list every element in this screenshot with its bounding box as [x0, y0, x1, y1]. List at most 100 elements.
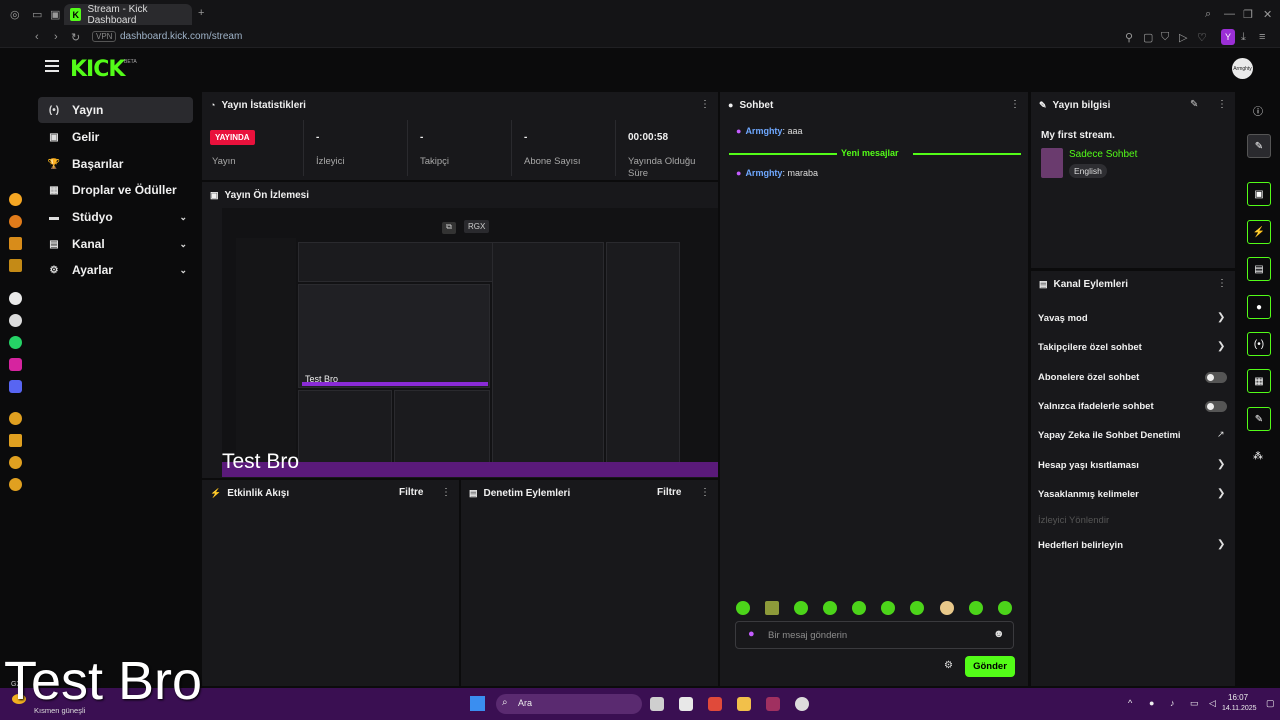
info-icon[interactable]: ⓘ	[1253, 103, 1263, 118]
extensions-icon[interactable]	[9, 456, 22, 469]
app-icon-2[interactable]	[9, 215, 22, 228]
edit-mode-button[interactable]: ✎	[1247, 134, 1271, 158]
nav-item-ayarlar[interactable]: ⚙ Ayarlar ⌄	[38, 257, 193, 283]
clock-date[interactable]: 14.11.2025	[1222, 705, 1257, 712]
chatgpt-icon[interactable]	[9, 314, 22, 327]
heart-icon[interactable]: ♡	[1197, 31, 1207, 44]
rail-activity-button[interactable]: ⚡	[1247, 220, 1271, 244]
app-icon-1[interactable]	[9, 193, 22, 206]
new-tab-button[interactable]: +	[198, 7, 204, 19]
send-button[interactable]: Gönder	[965, 656, 1015, 677]
office-icon[interactable]	[708, 697, 722, 711]
tab-kick-dashboard[interactable]: K Stream - Kick Dashboard	[64, 4, 192, 26]
back-icon[interactable]: ‹	[35, 31, 39, 43]
tray-chevron-icon[interactable]: ^	[1128, 698, 1132, 708]
chevron-right-icon[interactable]: ❯	[1217, 539, 1225, 550]
workspace-icon[interactable]: ▭	[32, 8, 42, 21]
settings-icon[interactable]	[9, 478, 22, 491]
file-explorer-icon[interactable]	[737, 697, 751, 711]
emote-icon[interactable]	[910, 601, 924, 615]
notifications-icon[interactable]: ▢	[1266, 698, 1275, 709]
rail-broadcast-button[interactable]: (•)	[1247, 332, 1271, 356]
nav-item-kanal[interactable]: ▤ Kanal ⌄	[38, 231, 193, 257]
chat-username[interactable]: Armghty	[745, 126, 782, 136]
browser-settings-icon[interactable]: ≡	[1259, 31, 1265, 43]
task-view-icon[interactable]	[650, 697, 664, 711]
clock-time[interactable]: 16:07	[1228, 693, 1248, 702]
rail-moderation-button[interactable]: ▤	[1247, 257, 1271, 281]
play-icon[interactable]: ▷	[1179, 31, 1187, 44]
nav-item-gelir[interactable]: ▣ Gelir	[38, 124, 193, 150]
channel-action-slow-mode[interactable]: Yavaş mod	[1038, 313, 1088, 324]
rail-channel-actions-button[interactable]: ▦	[1247, 369, 1271, 393]
chevron-right-icon[interactable]: ❯	[1217, 341, 1225, 352]
emote-icon[interactable]	[852, 601, 866, 615]
snapshot-icon[interactable]: ▢	[1143, 31, 1153, 44]
emoji-picker-icon[interactable]: ☻	[993, 628, 1005, 640]
channel-action-followers-only[interactable]: Takipçilere özel sohbet	[1038, 342, 1142, 353]
chat-input[interactable]: ● Bir mesaj gönderin ☻	[735, 621, 1014, 649]
whatsapp-icon[interactable]	[9, 336, 22, 349]
emote-icon[interactable]	[881, 601, 895, 615]
extension-icon[interactable]: ⚲	[1125, 31, 1133, 44]
chat-settings-icon[interactable]: ⚙	[944, 660, 953, 671]
app-icon-4[interactable]	[9, 259, 22, 272]
microphone-icon[interactable]: ♪	[1170, 698, 1175, 708]
chevron-right-icon[interactable]: ❯	[1217, 488, 1225, 499]
chevron-right-icon[interactable]: ❯	[1217, 459, 1225, 470]
tab-island-icon[interactable]: ▣	[50, 8, 60, 21]
category-link[interactable]: Sadece Sohbet	[1069, 149, 1137, 160]
chat-more-icon[interactable]: ⋮	[1010, 99, 1020, 110]
nav-item-droplar[interactable]: ▦ Droplar ve Ödüller	[38, 177, 193, 203]
close-window-icon[interactable]: ✕	[1263, 8, 1272, 21]
store-icon[interactable]	[679, 697, 693, 711]
profile-button[interactable]: Y	[1221, 29, 1235, 45]
moderation-filter-button[interactable]: Filtre	[657, 487, 681, 498]
volume-icon[interactable]: ◁	[1209, 698, 1216, 709]
browser-menu-icon[interactable]: ◎	[10, 8, 20, 21]
url-field[interactable]: dashboard.kick.com/stream	[120, 31, 242, 42]
external-link-icon[interactable]: ↗	[1217, 429, 1225, 440]
kick-logo[interactable]: KICK	[70, 57, 125, 82]
app-icon-3[interactable]	[9, 237, 22, 250]
channel-action-goals[interactable]: Hedefleri belirleyin	[1038, 540, 1123, 551]
history-icon[interactable]	[9, 412, 22, 425]
tray-app-icon[interactable]: ●	[1149, 698, 1154, 708]
nav-item-studyo[interactable]: ▬ Stüdyo ⌄	[38, 204, 193, 230]
maximize-icon[interactable]: ❐	[1243, 8, 1253, 21]
rail-preview-button[interactable]: ▣	[1247, 182, 1271, 206]
discord-icon[interactable]	[9, 380, 22, 393]
taskbar-search[interactable]: ⌕ Ara	[496, 694, 642, 714]
rail-stream-info-button[interactable]: ✎	[1247, 407, 1271, 431]
channel-actions-more-icon[interactable]: ⋮	[1217, 278, 1227, 289]
emote-icon[interactable]	[940, 601, 954, 615]
chat-username[interactable]: Armghty	[745, 168, 782, 178]
emote-icon[interactable]	[998, 601, 1012, 615]
emote-icon[interactable]	[736, 601, 750, 615]
nav-item-basarilar[interactable]: 🏆 Başarılar	[38, 151, 193, 177]
vpn-badge[interactable]: VPN	[92, 31, 117, 42]
emote-only-toggle[interactable]	[1205, 401, 1227, 412]
moderation-more-icon[interactable]: ⋮	[700, 487, 710, 498]
emote-icon[interactable]	[969, 601, 983, 615]
emote-icon[interactable]	[794, 601, 808, 615]
rail-chat-button[interactable]: ●	[1247, 295, 1271, 319]
edit-icon[interactable]: ✎	[1190, 99, 1198, 110]
channel-action-banned-words[interactable]: Yasaklanmış kelimeler	[1038, 489, 1139, 500]
stream-info-more-icon[interactable]: ⋮	[1217, 99, 1227, 110]
channel-action-ai-moderation[interactable]: Yapay Zeka ile Sohbet Denetimi	[1038, 430, 1181, 441]
menu-toggle-icon[interactable]	[45, 60, 59, 72]
instagram-icon[interactable]	[9, 358, 22, 371]
minimize-icon[interactable]: —	[1224, 8, 1235, 20]
ai-icon[interactable]	[9, 292, 22, 305]
forward-icon[interactable]: ›	[54, 31, 58, 43]
stream-preview-video[interactable]: ⧉ RGX Test Bro Test Bro	[222, 208, 718, 477]
nav-item-yayin[interactable]: (•) Yayın	[38, 97, 193, 123]
obs-icon[interactable]	[795, 697, 809, 711]
chevron-right-icon[interactable]: ❯	[1217, 312, 1225, 323]
download-icon[interactable]: ⤓	[1241, 31, 1246, 44]
opera-gx-icon[interactable]	[766, 697, 780, 711]
subscribers-only-toggle[interactable]	[1205, 372, 1227, 383]
stats-more-icon[interactable]: ⋮	[700, 99, 710, 110]
notes-icon[interactable]	[9, 434, 22, 447]
